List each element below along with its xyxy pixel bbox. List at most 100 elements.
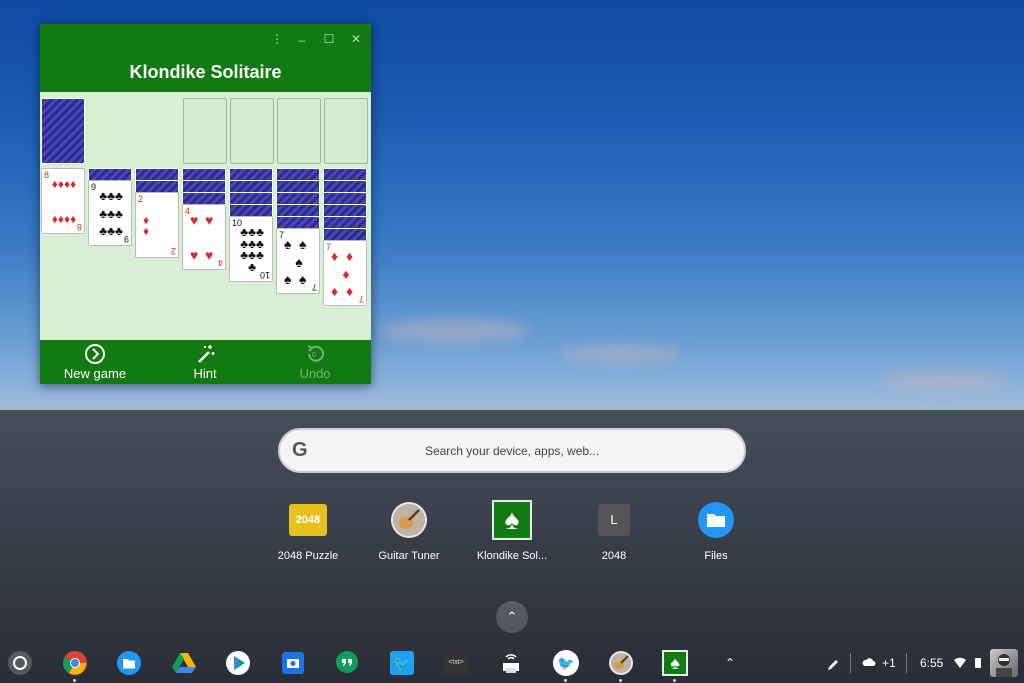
- undo-button[interactable]: 0 Undo: [260, 340, 370, 384]
- card-rank: 10: [259, 270, 270, 280]
- undo-label: Undo: [299, 366, 331, 381]
- window-menu-icon[interactable]: ⋮: [270, 32, 284, 46]
- undo-count: 0: [312, 352, 316, 359]
- face-down-card: [229, 180, 273, 192]
- face-down-card: [323, 168, 367, 180]
- face-down-card: [182, 192, 226, 204]
- app-letter: L: [598, 504, 630, 536]
- new-game-label: New game: [63, 366, 127, 381]
- tableau-card[interactable]: 9 ♣ ♣ ♣ ♣ ♣ ♣ ♣ ♣ ♣ 9: [88, 180, 132, 246]
- face-down-card: [182, 180, 226, 192]
- face-down-card: [276, 192, 320, 204]
- status-tray[interactable]: +1 6:55: [820, 643, 1024, 683]
- app-2048-puzzle[interactable]: 2048 2048 Puzzle: [258, 500, 358, 562]
- card-rank: 7: [358, 294, 364, 304]
- maximize-icon[interactable]: ☐: [322, 32, 336, 46]
- foundation-slot[interactable]: [324, 98, 368, 164]
- hint-label: Hint: [193, 366, 217, 381]
- app-label: Files: [704, 550, 728, 562]
- card-rank: 7: [311, 282, 317, 292]
- face-down-card: [323, 180, 367, 192]
- spade-icon: ♠: [492, 500, 532, 540]
- folder-icon: [696, 500, 736, 540]
- face-down-card: [276, 204, 320, 216]
- tableau-card[interactable]: 2 ♦ ♦ 2: [135, 192, 179, 258]
- wallpaper-cloud: [560, 345, 680, 363]
- launcher-button[interactable]: [6, 649, 34, 677]
- wifi-icon: [953, 643, 967, 683]
- files-icon[interactable]: [115, 649, 143, 677]
- tray-divider: [850, 653, 851, 673]
- chrome-icon[interactable]: [61, 649, 89, 677]
- game-toolbar: New game Hint 0 Undo: [40, 340, 371, 384]
- play-store-icon[interactable]: [224, 649, 252, 677]
- undo-icon: 0: [260, 343, 370, 365]
- guitar-icon: [389, 500, 429, 540]
- card-rank: 4: [217, 258, 223, 268]
- cloud-icon: [862, 643, 876, 683]
- card-pips: ♥ ♥ ♥ ♥: [190, 212, 214, 263]
- shelf: 🐦 <txt> 🐦 ♠ ⌃ +1 6:55: [0, 643, 1024, 683]
- solitaire-window[interactable]: ⋮ _ ☐ ✕ Klondike Solitaire 8 ♦ ♦ ♦ ♦ ♦ ♦ ♦ ♦ 8 …: [40, 24, 371, 384]
- twitter-lite-icon[interactable]: 🐦: [552, 649, 580, 677]
- avatar[interactable]: [990, 649, 1018, 677]
- camera-icon[interactable]: [279, 649, 307, 677]
- app-guitar-tuner[interactable]: Guitar Tuner: [359, 500, 459, 562]
- card-pips: ♦ ♦: [143, 213, 150, 238]
- foundation-slot[interactable]: [277, 98, 321, 164]
- card-pips: ♣ ♣ ♣ ♣ ♣ ♣ ♣ ♣ ♣: [99, 189, 123, 238]
- app-label: 2048 Puzzle: [277, 550, 339, 562]
- running-indicator: [564, 679, 567, 682]
- face-down-card: [323, 228, 367, 240]
- stock-pile[interactable]: [41, 98, 85, 164]
- notification-count: +1: [882, 656, 896, 670]
- guitar-tuner-shelf-icon[interactable]: [607, 649, 635, 677]
- app-2048[interactable]: L 2048: [564, 500, 664, 562]
- app-files[interactable]: Files: [666, 500, 766, 562]
- tableau-card[interactable]: 8 ♦ ♦ ♦ ♦ ♦ ♦ ♦ ♦ 8: [41, 168, 85, 234]
- hint-button[interactable]: Hint: [150, 340, 260, 384]
- new-game-button[interactable]: New game: [40, 340, 150, 384]
- stylus-icon[interactable]: [826, 643, 840, 683]
- foundation-slot[interactable]: [183, 98, 227, 164]
- running-indicator: [619, 679, 622, 682]
- foundation-slot[interactable]: [230, 98, 274, 164]
- face-down-card: [276, 168, 320, 180]
- text-editor-icon[interactable]: <txt>: [442, 649, 470, 677]
- face-down-card: [229, 168, 273, 180]
- face-down-card: [229, 204, 273, 216]
- card-rank: 9: [123, 234, 129, 244]
- 2048-puzzle-icon: 2048: [288, 500, 328, 540]
- hangouts-icon[interactable]: [333, 649, 361, 677]
- tableau-card[interactable]: 10 ♣ ♣ ♣ ♣ ♣ ♣ ♣ ♣ ♣ ♣ 10: [229, 216, 273, 282]
- face-down-card: [135, 168, 179, 180]
- 2048-tile: 2048: [289, 504, 327, 536]
- card-rank: 2: [170, 246, 176, 256]
- expand-launcher-button[interactable]: ⌃: [496, 601, 528, 633]
- tray-divider: [906, 653, 907, 673]
- clock: 6:55: [920, 656, 944, 670]
- running-indicator: [73, 679, 76, 682]
- face-down-card: [323, 192, 367, 204]
- tableau-card[interactable]: 4 ♥ ♥ ♥ ♥ 4: [182, 204, 226, 270]
- overflow-chevron-icon[interactable]: ⌃: [716, 649, 744, 677]
- tableau-card[interactable]: 7 ♦ ♦ ♦ ♦ ♦ 7: [323, 240, 367, 306]
- face-down-card: [276, 216, 320, 228]
- printer-icon[interactable]: [497, 649, 525, 677]
- solitaire-shelf-icon[interactable]: ♠: [661, 649, 689, 677]
- app-label: 2048: [601, 550, 627, 562]
- face-down-card: [276, 180, 320, 192]
- minimize-icon[interactable]: _: [295, 28, 309, 42]
- tableau-card[interactable]: 7 ♠ ♠ ♠ ♠ ♠ 7: [276, 228, 320, 294]
- game-board: 8 ♦ ♦ ♦ ♦ ♦ ♦ ♦ ♦ 8 9 ♣ ♣ ♣ ♣ ♣ ♣ ♣ ♣ ♣ 9 2 ♦ ♦ 2 4 ♥ ♥ ♥ ♥…: [40, 92, 371, 340]
- card-rank: 8: [76, 222, 82, 232]
- launcher-search-box[interactable]: G Search your device, apps, web...: [278, 428, 746, 473]
- card-pips: ♦ ♦ ♦ ♦ ♦: [331, 248, 354, 299]
- app-klondike-solitaire[interactable]: ♠ Klondike Sol...: [462, 500, 562, 562]
- drive-icon[interactable]: [170, 649, 198, 677]
- card-pips: ♣ ♣ ♣ ♣ ♣ ♣ ♣ ♣ ♣ ♣: [240, 225, 264, 274]
- close-icon[interactable]: ✕: [349, 32, 363, 46]
- twitter-icon[interactable]: 🐦: [388, 649, 416, 677]
- card-pips: ♦ ♦ ♦ ♦ ♦ ♦ ♦ ♦: [51, 177, 77, 226]
- window-titlebar[interactable]: ⋮ _ ☐ ✕ Klondike Solitaire: [40, 24, 371, 92]
